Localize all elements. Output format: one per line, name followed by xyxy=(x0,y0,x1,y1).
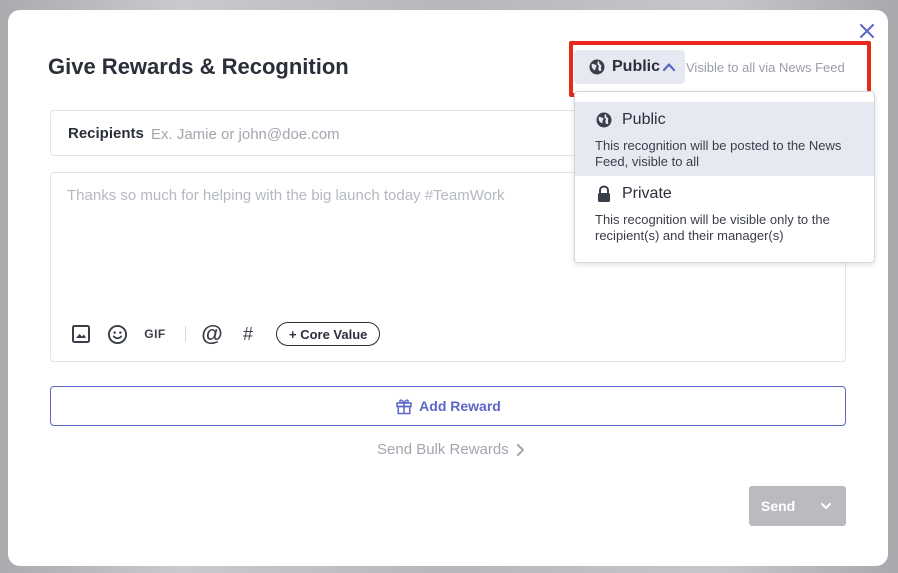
lock-icon xyxy=(598,185,610,202)
visibility-option-private-head: Private xyxy=(595,185,672,203)
recipients-label: Recipients xyxy=(68,125,144,142)
close-icon xyxy=(860,24,874,38)
send-bulk-rewards-link[interactable]: Send Bulk Rewards xyxy=(377,441,525,458)
chevron-right-icon xyxy=(516,443,524,456)
send-bulk-rewards-label: Send Bulk Rewards xyxy=(377,441,509,458)
smiley-icon xyxy=(107,324,127,344)
send-label: Send xyxy=(761,498,796,514)
recognition-modal: Give Rewards & Recognition Public Visibl… xyxy=(8,10,888,566)
add-reward-button[interactable]: Add Reward xyxy=(50,386,846,426)
gift-icon xyxy=(396,399,412,415)
visibility-option-public-head: Public xyxy=(595,111,666,129)
visibility-option-description: This recognition will be visible only to… xyxy=(595,212,830,243)
visibility-option-public[interactable]: Public This recognition will be posted t… xyxy=(575,102,874,176)
image-button[interactable] xyxy=(69,322,93,346)
chevron-down-icon[interactable] xyxy=(820,500,832,512)
hashtag-button[interactable]: # xyxy=(236,322,260,346)
message-toolbar: GIF @ # + Core Value xyxy=(69,321,381,347)
visibility-option-label: Private xyxy=(622,185,672,202)
image-icon xyxy=(72,325,90,343)
visibility-option-label: Public xyxy=(622,111,666,128)
visibility-option-private[interactable]: Private This recognition will be visible… xyxy=(575,176,874,254)
add-reward-label: Add Reward xyxy=(419,398,501,414)
visibility-option-description: This recognition will be posted to the N… xyxy=(595,138,842,169)
recipients-input[interactable] xyxy=(151,120,571,148)
gif-button[interactable]: GIF xyxy=(141,322,169,346)
modal-title: Give Rewards & Recognition xyxy=(48,54,349,79)
toolbar-divider xyxy=(185,326,186,342)
core-value-button[interactable]: + Core Value xyxy=(276,322,381,346)
send-button[interactable]: Send xyxy=(749,486,846,526)
emoji-button[interactable] xyxy=(105,322,129,346)
message-input[interactable] xyxy=(67,187,587,287)
recipients-field: Recipients xyxy=(50,110,580,156)
mention-button[interactable]: @ xyxy=(200,321,224,346)
close-button[interactable] xyxy=(858,22,876,40)
globe-icon xyxy=(596,112,612,128)
highlight-box xyxy=(569,41,871,97)
visibility-dropdown: Public This recognition will be posted t… xyxy=(574,91,875,263)
